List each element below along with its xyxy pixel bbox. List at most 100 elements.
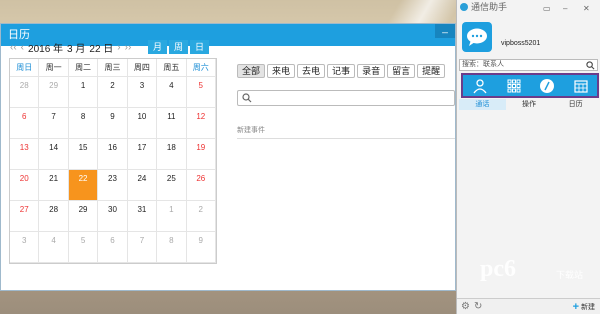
day-cell[interactable]: 9 [98, 108, 128, 139]
day-cell[interactable]: 28 [10, 77, 40, 108]
day-cell[interactable]: 27 [10, 201, 40, 232]
day-cell[interactable]: 2 [98, 77, 128, 108]
day-cell[interactable]: 2 [186, 201, 216, 232]
day-cell[interactable]: 11 [157, 108, 187, 139]
day-cell[interactable]: 8 [157, 232, 187, 263]
new-button-label: 新建 [581, 304, 595, 311]
day-cell[interactable]: 6 [10, 108, 40, 139]
app-icon [460, 3, 468, 11]
day-cell[interactable]: 9 [186, 232, 216, 263]
filter-button[interactable]: 来电 [267, 64, 296, 78]
day-cell[interactable]: 4 [157, 77, 187, 108]
day-cell[interactable]: 7 [127, 232, 158, 263]
day-cell[interactable]: 19 [186, 139, 216, 170]
month-grid: 周日 周一 周二 周三 周四 周五 周六 28 29 1 2 3 4 5 6 7 8 9 10 11 12 13 14 15 1… [9, 58, 217, 264]
date-navigator: ‹‹ ‹ 2016 年 3 月 22 日 › ›› [10, 40, 132, 55]
weekday-header: 周一 [39, 59, 69, 77]
weekday-header: 周六 [186, 59, 216, 77]
day-cell[interactable]: 8 [68, 108, 99, 139]
view-switcher: 月 周 日 [148, 40, 209, 54]
subtab-calendar[interactable]: 日历 [552, 99, 599, 110]
view-day-button[interactable]: 日 [190, 40, 209, 54]
day-cell[interactable]: 16 [98, 139, 128, 170]
day-cell[interactable]: 1 [68, 77, 99, 108]
day-cell[interactable]: 25 [157, 170, 187, 201]
new-event-label[interactable]: 新建事件 [237, 125, 265, 135]
day-cell[interactable]: 20 [10, 170, 40, 201]
day-cell[interactable]: 14 [39, 139, 69, 170]
new-button[interactable]: + 新建 [572, 301, 595, 313]
day-cell[interactable]: 13 [10, 139, 40, 170]
day-cell[interactable]: 7 [39, 108, 69, 139]
minimize-button[interactable]: _ [435, 24, 455, 38]
chat-bubble-icon [467, 28, 487, 46]
next-year-icon[interactable]: ›› [125, 42, 132, 53]
filter-button[interactable]: 提醒 [417, 64, 446, 78]
day-cell[interactable]: 5 [68, 232, 99, 263]
prev-month-icon[interactable]: ‹ [21, 42, 24, 53]
weekday-header: 周日 [10, 59, 40, 77]
subtab-operations[interactable]: 操作 [506, 99, 553, 110]
weekday-header: 周二 [68, 59, 99, 77]
day-cell[interactable]: 24 [127, 170, 158, 201]
day-cell[interactable]: 15 [68, 139, 99, 170]
close-icon[interactable]: ✕ [583, 2, 590, 16]
prev-year-icon[interactable]: ‹‹ [10, 42, 17, 53]
username: vipboss5201 [501, 40, 541, 47]
calendar-icon[interactable] [574, 79, 588, 93]
contact-search-input[interactable]: 搜索：联系人 [459, 59, 598, 71]
filter-button[interactable]: 录音 [357, 64, 386, 78]
plus-icon: + [572, 301, 579, 313]
day-cell[interactable]: 28 [39, 201, 69, 232]
weekday-header: 周三 [98, 59, 128, 77]
day-cell[interactable]: 29 [68, 201, 99, 232]
contacts-icon[interactable] [472, 78, 488, 94]
gear-icon[interactable]: ⚙ [461, 301, 470, 312]
day-cell[interactable]: 23 [98, 170, 128, 201]
month-label: 3 月 [67, 43, 86, 55]
day-cell[interactable]: 12 [186, 108, 216, 139]
day-cell[interactable]: 6 [98, 232, 128, 263]
menu-icon[interactable]: ▭ [543, 2, 551, 16]
day-label: 22 日 [89, 43, 114, 55]
day-cell[interactable]: 17 [127, 139, 158, 170]
apps-icon[interactable] [507, 79, 521, 93]
avatar[interactable] [462, 22, 492, 52]
day-cell[interactable]: 31 [127, 201, 158, 232]
filter-button[interactable]: 全部 [237, 64, 266, 78]
next-month-icon[interactable]: › [117, 42, 120, 53]
filter-button[interactable]: 去电 [297, 64, 326, 78]
sub-tab-bar: 通话 操作 日历 [459, 99, 599, 110]
day-cell[interactable]: 5 [186, 77, 216, 108]
panel-footer: ⚙ ↻ + 新建 [457, 298, 600, 314]
day-cell[interactable]: 29 [39, 77, 69, 108]
year-label: 2016 年 [28, 43, 64, 55]
pen-icon[interactable] [539, 78, 555, 94]
weekday-header: 周四 [127, 59, 158, 77]
filter-button[interactable]: 记事 [327, 64, 356, 78]
event-search-input[interactable] [237, 90, 455, 106]
day-cell[interactable]: 22 [68, 170, 99, 201]
main-tab-bar [461, 73, 599, 98]
day-cell[interactable]: 4 [39, 232, 69, 263]
event-filter-bar: 全部 来电 去电 记事 录音 留言 提醒 [237, 64, 446, 78]
weekday-header: 周五 [157, 59, 187, 77]
subtab-calls[interactable]: 通话 [459, 99, 506, 110]
minimize-icon[interactable]: – [563, 2, 567, 16]
day-cell[interactable]: 10 [127, 108, 158, 139]
divider [237, 138, 455, 139]
filter-button[interactable]: 留言 [387, 64, 416, 78]
view-week-button[interactable]: 周 [169, 40, 188, 54]
day-cell[interactable]: 30 [98, 201, 128, 232]
day-cell[interactable]: 26 [186, 170, 216, 201]
day-cell[interactable]: 18 [157, 139, 187, 170]
day-cell[interactable]: 3 [10, 232, 40, 263]
search-icon[interactable] [586, 61, 595, 70]
day-cell[interactable]: 21 [39, 170, 69, 201]
refresh-icon[interactable]: ↻ [474, 301, 482, 312]
search-icon [242, 93, 252, 103]
day-cell[interactable]: 3 [127, 77, 158, 108]
view-month-button[interactable]: 月 [148, 40, 167, 54]
day-cell[interactable]: 1 [157, 201, 187, 232]
panel-titlebar: 通信助手 ▭ – ✕ [457, 0, 600, 14]
